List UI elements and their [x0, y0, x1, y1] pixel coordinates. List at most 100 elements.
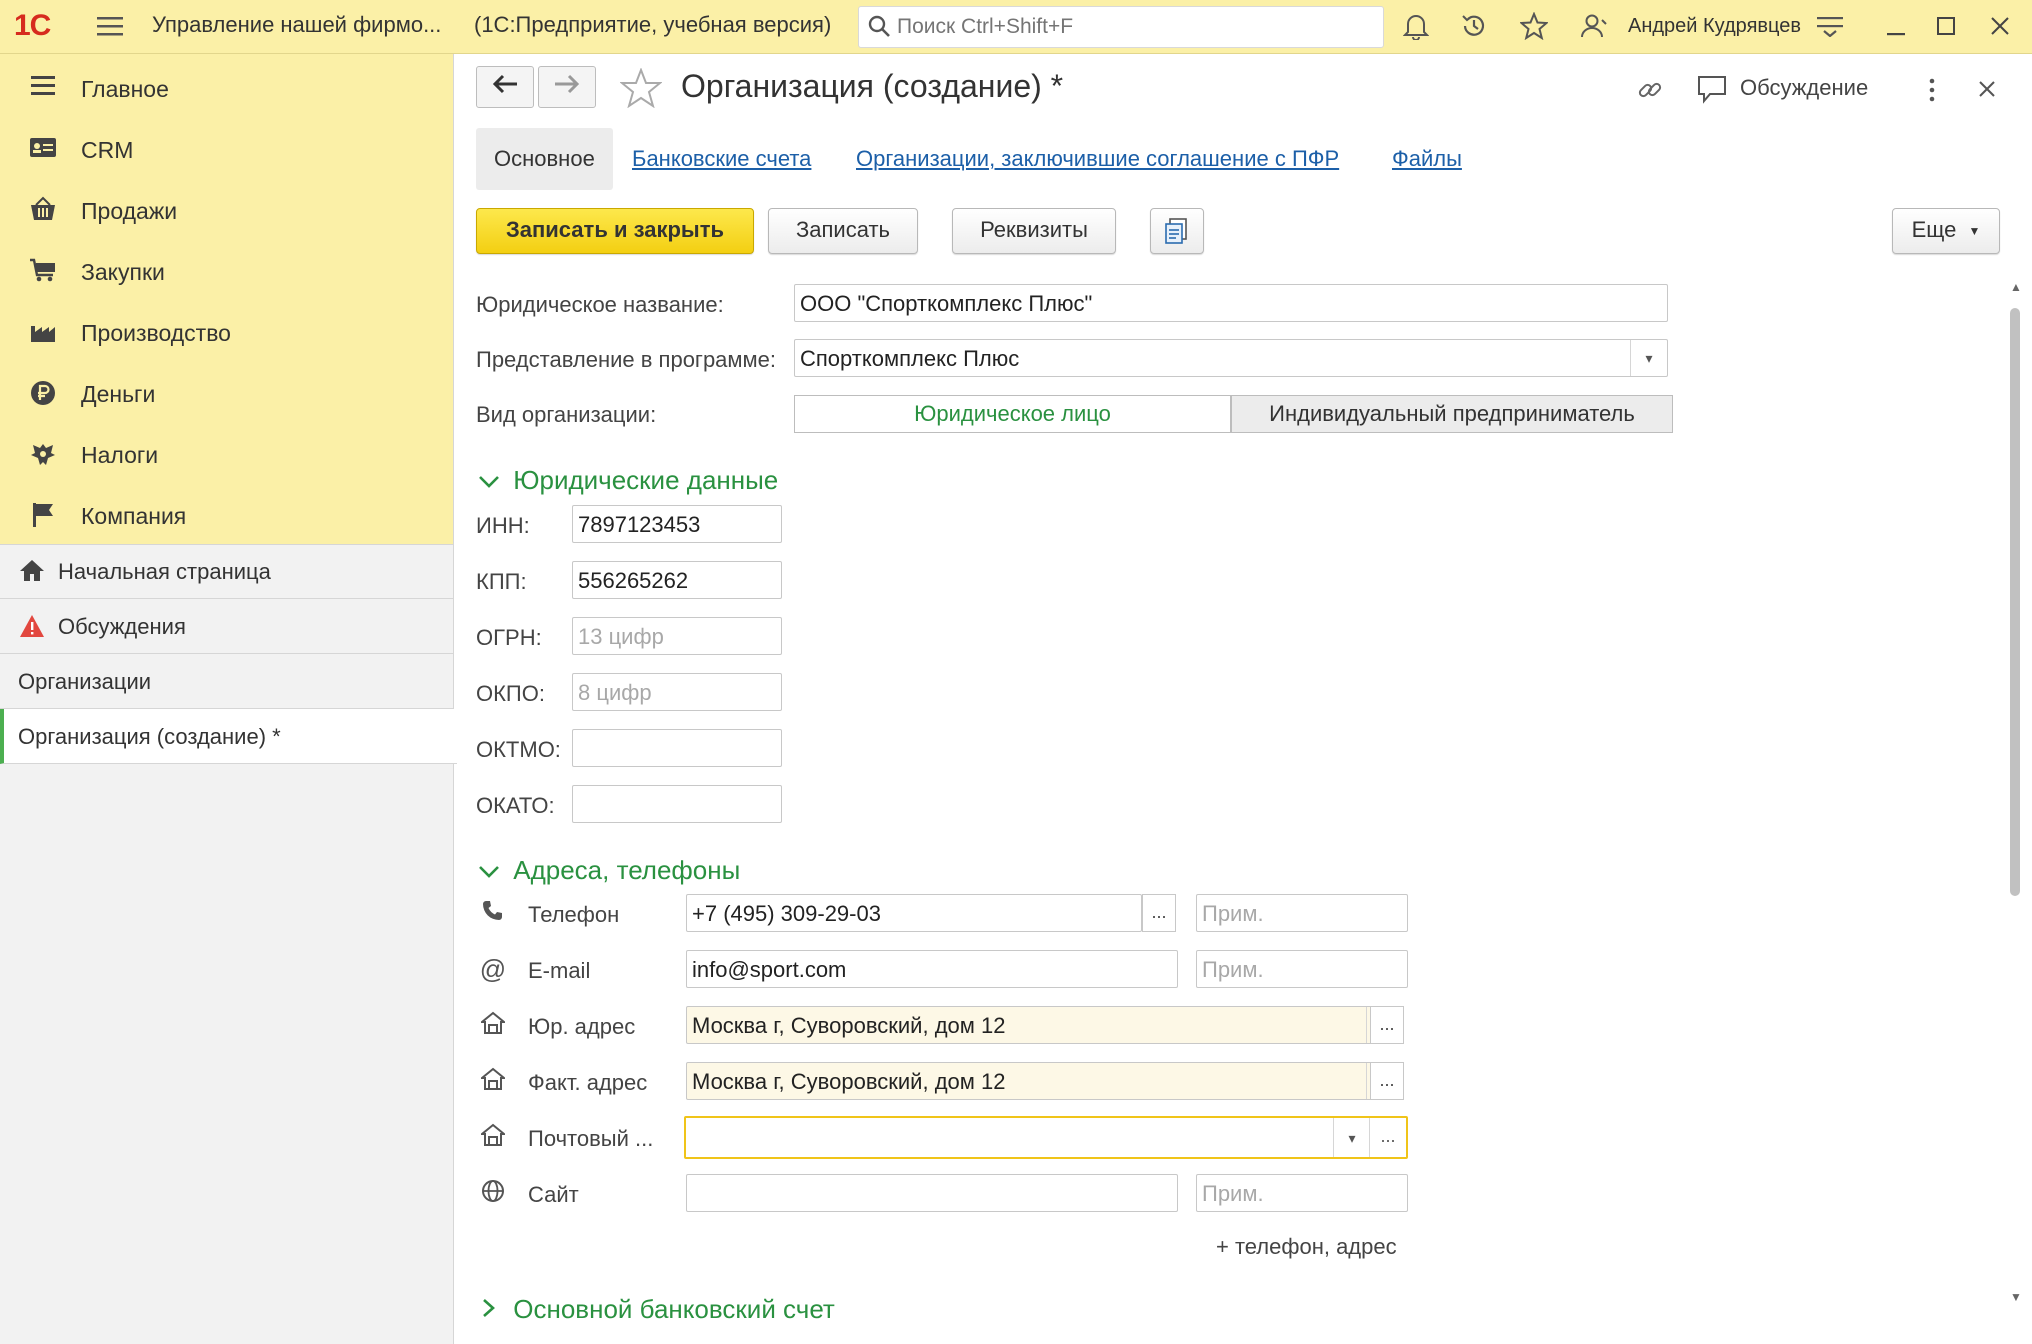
maximize-icon[interactable]	[1930, 10, 1962, 42]
ruble-icon	[28, 379, 58, 409]
section-production[interactable]: Производство	[0, 304, 453, 362]
email-note-field[interactable]: Прим.	[1196, 950, 1408, 988]
settings-menu-icon[interactable]	[1814, 10, 1846, 42]
scrollbar-thumb[interactable]	[2010, 308, 2020, 896]
postal-address-select-button[interactable]: ...	[1369, 1118, 1406, 1157]
save-button[interactable]: Записать	[768, 208, 918, 254]
discussion-icon[interactable]	[1696, 74, 1728, 109]
legal-address-field[interactable]: Москва г, Суворовский, дом 12 ▾	[686, 1006, 1404, 1044]
okpo-field[interactable]: 8 цифр	[572, 673, 782, 711]
okato-field[interactable]	[572, 785, 782, 823]
contacts-group-title: Адреса, телефоны	[513, 855, 741, 885]
presentation-value: Спорткомплекс Плюс	[800, 346, 1020, 371]
bank-account-group-title: Основной банковский счет	[513, 1294, 835, 1324]
search-input[interactable]	[895, 11, 1369, 43]
actual-address-field[interactable]: Москва г, Суворовский, дом 12 ▾	[686, 1062, 1404, 1100]
phone-field[interactable]: +7 (495) 309-29-03	[686, 894, 1142, 932]
menu-icon	[28, 74, 58, 104]
legal-name-field[interactable]: ООО "Спорткомплекс Плюс"	[794, 284, 1668, 322]
more-button[interactable]: Еще ▼	[1892, 208, 2000, 254]
legal-data-group[interactable]: Юридические данные	[478, 465, 778, 496]
minimize-icon[interactable]	[1880, 10, 1912, 42]
inn-value: 7897123453	[578, 512, 701, 537]
open-window-label: Обсуждения	[58, 614, 186, 639]
save-and-close-button[interactable]: Записать и закрыть	[476, 208, 754, 254]
section-crm[interactable]: CRM	[0, 121, 453, 179]
section-label: Закупки	[81, 259, 165, 285]
tab-bank-accounts[interactable]: Банковские счета	[632, 128, 811, 190]
phone-label: Телефон	[528, 902, 620, 927]
section-company[interactable]: Компания	[0, 487, 453, 545]
section-main[interactable]: Главное	[0, 60, 453, 118]
kpp-value: 556265262	[578, 568, 689, 593]
org-type-legal-entity[interactable]: Юридическое лицо	[794, 395, 1231, 433]
chevron-down-icon[interactable]: ▾	[1630, 340, 1667, 376]
kpp-field[interactable]: 556265262	[572, 561, 782, 599]
crm-card-icon	[28, 135, 58, 165]
legal-address-select-button[interactable]: ...	[1370, 1006, 1404, 1044]
ogrn-field[interactable]: 13 цифр	[572, 617, 782, 655]
warning-icon	[18, 613, 46, 641]
requisites-button[interactable]: Реквизиты	[952, 208, 1116, 254]
inn-field[interactable]: 7897123453	[572, 505, 782, 543]
chevron-down-icon[interactable]: ▾	[1333, 1118, 1370, 1157]
user-name[interactable]: Андрей Кудрявцев	[1628, 15, 1801, 38]
sidebar: Главное CRM Продажи Закупки Производство…	[0, 54, 457, 1344]
scroll-up-icon[interactable]: ▲	[2010, 280, 2022, 294]
close-form-icon[interactable]	[1978, 80, 1996, 103]
document-exchange-icon	[1163, 217, 1191, 259]
tab-files[interactable]: Файлы	[1392, 128, 1462, 190]
section-taxes[interactable]: Налоги	[0, 426, 453, 484]
open-window-home[interactable]: Начальная страница	[0, 544, 453, 599]
phone-value: +7 (495) 309-29-03	[692, 901, 881, 926]
bank-account-group[interactable]: Основной банковский счет	[478, 1294, 835, 1325]
okato-label: ОКАТО:	[476, 793, 555, 818]
form-title: Организация (создание) *	[681, 68, 1064, 104]
forward-button[interactable]	[538, 66, 596, 108]
section-money[interactable]: Деньги	[0, 365, 453, 423]
note-placeholder: Прим.	[1202, 957, 1264, 982]
org-type-sole-proprietor[interactable]: Индивидуальный предприниматель	[1231, 395, 1673, 433]
add-contact-link[interactable]: + телефон, адрес	[1216, 1234, 1397, 1260]
global-search[interactable]	[858, 6, 1384, 48]
section-purchases[interactable]: Закупки	[0, 243, 453, 301]
close-window-icon[interactable]	[1984, 10, 2016, 42]
star-icon[interactable]	[1518, 10, 1550, 42]
open-window-discussions[interactable]: Обсуждения	[0, 599, 453, 654]
tab-pfr-agreements[interactable]: Организации, заключившие соглашение с ПФ…	[856, 128, 1339, 190]
discussion-button[interactable]: Обсуждение	[1740, 75, 1868, 101]
house-icon	[478, 1067, 508, 1097]
open-window-organizations[interactable]: Организации	[0, 654, 453, 709]
presentation-field[interactable]: Спорткомплекс Плюс ▾	[794, 339, 1668, 377]
actual-address-select-button[interactable]: ...	[1370, 1062, 1404, 1100]
link-icon[interactable]	[1636, 76, 1664, 109]
postal-address-field[interactable]: ▾ ...	[684, 1116, 1408, 1159]
favorite-star-icon[interactable]	[619, 67, 663, 113]
tab-main[interactable]: Основное	[476, 128, 613, 190]
phone-note-field[interactable]: Прим.	[1196, 894, 1408, 932]
bell-icon[interactable]	[1400, 10, 1432, 42]
kpp-label: КПП:	[476, 569, 527, 594]
website-field[interactable]	[686, 1174, 1178, 1212]
open-window-label: Организации	[18, 669, 152, 694]
website-note-field[interactable]: Прим.	[1196, 1174, 1408, 1212]
title-bar: 1С Управление нашей фирмо... (1С:Предпри…	[0, 0, 2032, 54]
form-scrollbar[interactable]: ▲ ▼	[2008, 280, 2022, 1304]
legal-name-value: ООО "Спорткомплекс Плюс"	[800, 291, 1093, 316]
user-icon[interactable]	[1578, 10, 1610, 42]
email-field[interactable]: info@sport.com	[686, 950, 1178, 988]
history-icon[interactable]	[1458, 10, 1490, 42]
back-button[interactable]	[476, 66, 534, 108]
more-actions-icon[interactable]	[1926, 76, 1938, 109]
section-sales[interactable]: Продажи	[0, 182, 453, 240]
contacts-group[interactable]: Адреса, телефоны	[478, 855, 740, 886]
hamburger-menu-icon[interactable]	[94, 10, 126, 42]
open-window-label: Начальная страница	[58, 559, 271, 584]
home-icon	[18, 558, 46, 586]
oktmo-field[interactable]	[572, 729, 782, 767]
scroll-down-icon[interactable]: ▼	[2010, 1290, 2022, 1304]
phone-select-button[interactable]: ...	[1142, 894, 1176, 932]
document-exchange-button[interactable]	[1150, 208, 1204, 254]
open-window-organization-create[interactable]: Организация (создание) *	[0, 709, 457, 764]
app-logo[interactable]: 1С	[14, 9, 51, 43]
